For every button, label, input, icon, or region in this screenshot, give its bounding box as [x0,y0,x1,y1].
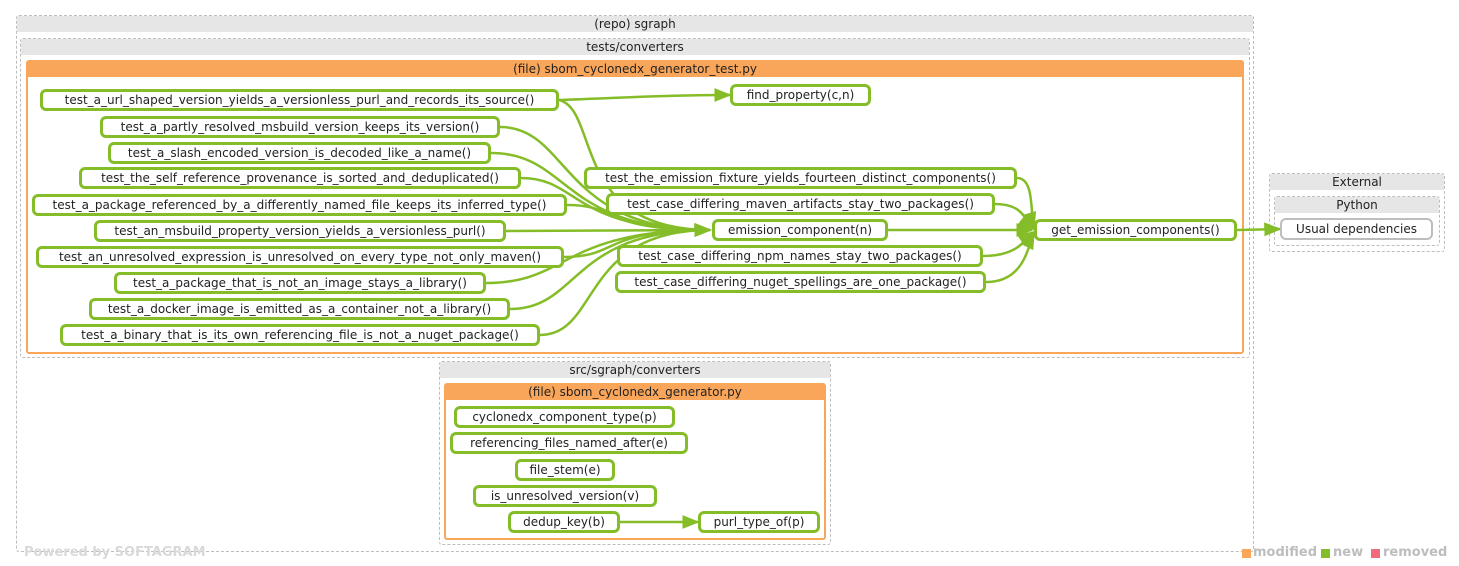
test-node[interactable]: test_a_binary_that_is_its_own_referencin… [60,324,540,346]
test-maven-node[interactable]: test_case_differing_maven_artifacts_stay… [606,193,995,215]
src-function-node[interactable]: file_stem(e) [515,459,615,481]
legend-removed-label: removed [1383,545,1448,560]
test-npm-node[interactable]: test_case_differing_npm_names_stay_two_p… [617,245,983,267]
test-node[interactable]: test_a_docker_image_is_emitted_as_a_cont… [89,298,510,320]
edge-url-to-find-property [558,88,732,103]
legend-new-label: new [1333,545,1364,560]
test-node[interactable]: test_an_msbuild_property_version_yields_… [94,220,506,242]
legend-removed-swatch [1371,549,1380,558]
test-node[interactable]: test_a_slash_encoded_version_is_decoded_… [108,142,491,164]
usual-dependencies-node[interactable]: Usual dependencies [1280,218,1433,240]
test-nuget-node[interactable]: test_case_differing_nuget_spellings_are_… [615,271,986,293]
test-node[interactable]: test_a_package_referenced_by_a_different… [32,194,567,216]
edge-fourteen-to-get [1016,176,1037,230]
test-fourteen-node[interactable]: test_the_emission_fixture_yields_fourtee… [584,167,1017,189]
emission-component-node[interactable]: emission_component(n) [712,219,888,241]
purl-type-of-node[interactable]: purl_type_of(p) [698,511,820,533]
test-node[interactable]: test_a_package_that_is_not_an_image_stay… [114,272,486,294]
powered-by: Powered by SOFTAGRAM [24,545,206,560]
src-function-node[interactable]: referencing_files_named_after(e) [450,432,688,454]
edge-maven-to-get [994,202,1036,231]
test-node[interactable]: test_an_unresolved_expression_is_unresol… [36,246,564,268]
test-node[interactable]: test_a_partly_resolved_msbuild_version_k… [100,116,500,138]
legend-new-swatch [1321,549,1330,558]
dedup-key-node[interactable]: dedup_key(b) [508,511,620,533]
test-node[interactable]: test_the_self_reference_provenance_is_so… [79,167,521,189]
find-property-node[interactable]: find_property(c,n) [730,84,871,106]
edge-get-to-usual [1236,222,1282,237]
legend-modified-swatch [1242,549,1251,558]
edge-slash-to-emission [490,151,712,237]
src-function-node[interactable]: cyclonedx_component_type(p) [454,406,675,428]
src-function-node[interactable]: is_unresolved_version(v) [473,485,657,507]
legend-modified-label: modified [1253,545,1317,560]
test-node[interactable]: test_a_url_shaped_version_yields_a_versi… [40,89,559,111]
get-emission-components-node[interactable]: get_emission_components() [1034,219,1237,241]
